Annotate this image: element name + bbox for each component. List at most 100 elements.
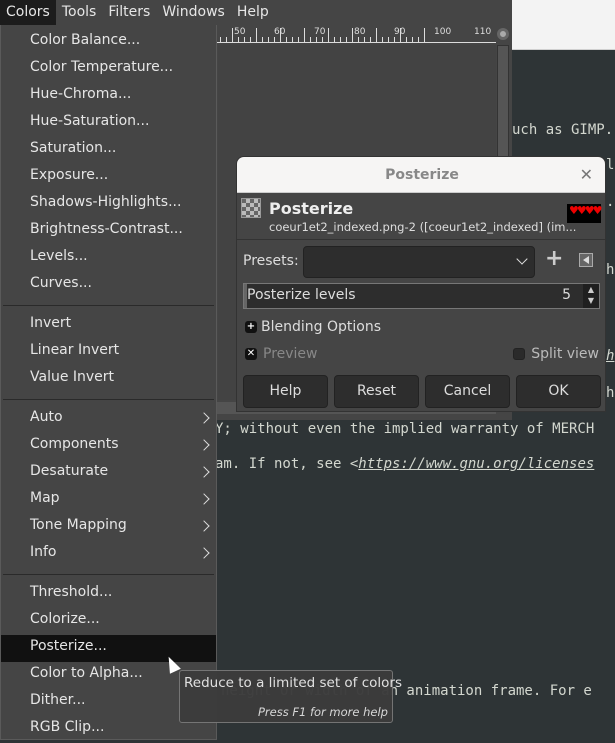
posterize-dialog: Posterize ✕ Posterize coeur1et2_indexed.…: [236, 156, 606, 412]
editor-header: [512, 0, 615, 50]
menu-item-label: Components: [30, 436, 119, 452]
horizontal-ruler: 50 60 70 80 90 100 110: [216, 27, 496, 43]
ruler-tick: [388, 37, 389, 42]
tooltip-text: Reduce to a limited set of colors: [184, 675, 402, 691]
menu-item-label: Shadows-Highlights...: [30, 194, 182, 210]
ruler-tick: [412, 37, 413, 42]
menu-item-value-invert[interactable]: Value Invert: [1, 366, 216, 393]
menu-item-label: Curves...: [30, 275, 92, 291]
preview-checkbox[interactable]: ✕ Preview: [245, 346, 318, 362]
menu-help[interactable]: Help: [231, 0, 275, 25]
menu-item-label: Auto: [30, 409, 63, 425]
menu-item-exposure[interactable]: Exposure...: [1, 164, 216, 191]
reset-button[interactable]: Reset: [334, 375, 419, 408]
chevron-right-icon: [198, 439, 210, 451]
menu-separator: [3, 574, 214, 575]
menu-item-hue-saturation[interactable]: Hue-Saturation...: [1, 110, 216, 137]
blending-options-expander[interactable]: + Blending Options: [245, 319, 381, 335]
menu-item-label: Info: [30, 544, 57, 560]
posterize-levels-spinscale[interactable]: Posterize levels 5 ▲ ▼: [243, 283, 600, 309]
menu-item-map[interactable]: Map: [1, 487, 216, 514]
checkbox-checked-icon: ✕: [245, 348, 257, 360]
menu-item-info[interactable]: Info: [1, 541, 216, 568]
menu-windows[interactable]: Windows: [156, 0, 231, 25]
menu-item-color-temperature[interactable]: Color Temperature...: [1, 56, 216, 83]
menu-item-posterize[interactable]: Posterize...: [1, 635, 216, 662]
posterize-icon: [241, 198, 261, 218]
editor-line: h: [606, 348, 615, 364]
menu-item-threshold[interactable]: Threshold...: [1, 581, 216, 608]
ruler-label: 70: [314, 27, 326, 37]
ruler-tick: [418, 37, 419, 42]
menu-item-label: Exposure...: [30, 167, 109, 183]
menu-item-shadows-highlights[interactable]: Shadows-Highlights...: [1, 191, 216, 218]
ruler-tick: [268, 37, 269, 42]
editor-line: l: [606, 157, 615, 173]
ruler-tick: [406, 37, 407, 42]
editor-line: h: [606, 262, 615, 278]
preset-menu-icon[interactable]: [579, 253, 593, 267]
menu-item-invert[interactable]: Invert: [1, 312, 216, 339]
menu-filters[interactable]: Filters: [102, 0, 156, 25]
ruler-tick: [328, 28, 329, 42]
ruler-tick: [274, 37, 275, 42]
chevron-down-icon: [516, 253, 528, 265]
chevron-up-icon[interactable]: ▲: [583, 284, 599, 295]
menu-item-color-balance[interactable]: Color Balance...: [1, 29, 216, 56]
expand-icon: +: [245, 321, 257, 333]
menu-item-curves[interactable]: Curves...: [1, 272, 216, 299]
ruler-tick: [226, 37, 227, 42]
ruler-tick: [310, 37, 311, 42]
menu-item-label: Hue-Saturation...: [30, 113, 150, 129]
presets-dropdown[interactable]: [303, 246, 535, 278]
ruler-tick: [382, 37, 383, 42]
menu-item-linear-invert[interactable]: Linear Invert: [1, 339, 216, 366]
menu-item-auto[interactable]: Auto: [1, 406, 216, 433]
ruler-tick: [286, 37, 287, 42]
add-preset-icon[interactable]: +: [545, 246, 563, 271]
menu-item-hue-chroma[interactable]: Hue-Chroma...: [1, 83, 216, 110]
spin-buttons[interactable]: ▲ ▼: [583, 284, 599, 308]
ok-button[interactable]: OK: [516, 375, 601, 408]
menu-item-desaturate[interactable]: Desaturate: [1, 460, 216, 487]
menu-item-label: Desaturate: [30, 463, 109, 479]
blending-label: Blending Options: [261, 319, 381, 335]
chevron-down-icon[interactable]: ▼: [583, 295, 599, 306]
ruler-tick: [232, 28, 233, 42]
dialog-heading: Posterize: [269, 199, 354, 218]
editor-line: h: [606, 385, 615, 401]
menu-item-saturation[interactable]: Saturation...: [1, 137, 216, 164]
levels-value[interactable]: 5: [562, 287, 571, 303]
navigate-icon[interactable]: [497, 28, 509, 40]
ruler-tick: [262, 37, 263, 42]
presets-label: Presets:: [243, 253, 299, 269]
editor-line: uch as GIMP.: [512, 122, 614, 138]
menu-item-label: Linear Invert: [30, 342, 120, 358]
license-link[interactable]: https://www.gnu.org/licenses: [358, 456, 594, 472]
colors-menu: Color Balance... Color Temperature... Hue-…: [0, 25, 217, 740]
ruler-label: 60: [274, 27, 286, 37]
close-icon[interactable]: ✕: [580, 165, 593, 184]
menu-item-label: Saturation...: [30, 140, 117, 156]
menu-colors[interactable]: Colors: [0, 0, 56, 25]
ruler-label: 110: [474, 27, 492, 37]
menu-item-colorize[interactable]: Colorize...: [1, 608, 216, 635]
menu-tools[interactable]: Tools: [56, 0, 103, 25]
menu-item-brightness-contrast[interactable]: Brightness-Contrast...: [1, 218, 216, 245]
ruler-tick: [244, 37, 245, 42]
menu-item-label: Posterize...: [30, 638, 107, 654]
split-view-checkbox[interactable]: Split view: [513, 346, 599, 362]
ruler-tick: [370, 37, 371, 42]
menu-separator: [3, 305, 214, 306]
menu-item-tone-mapping[interactable]: Tone Mapping: [1, 514, 216, 541]
menu-item-levels[interactable]: Levels...: [1, 245, 216, 272]
cancel-button[interactable]: Cancel: [425, 375, 510, 408]
menu-item-label: Color to Alpha...: [30, 665, 143, 681]
ruler-label: 90: [394, 27, 406, 37]
chevron-right-icon: [198, 547, 210, 559]
help-button[interactable]: Help: [243, 375, 328, 408]
menu-item-components[interactable]: Components: [1, 433, 216, 460]
levels-label: Posterize levels: [247, 287, 356, 303]
ruler-tick: [292, 37, 293, 42]
dialog-header: Posterize coeur1et2_indexed.png-2 ([coeu…: [237, 193, 605, 240]
